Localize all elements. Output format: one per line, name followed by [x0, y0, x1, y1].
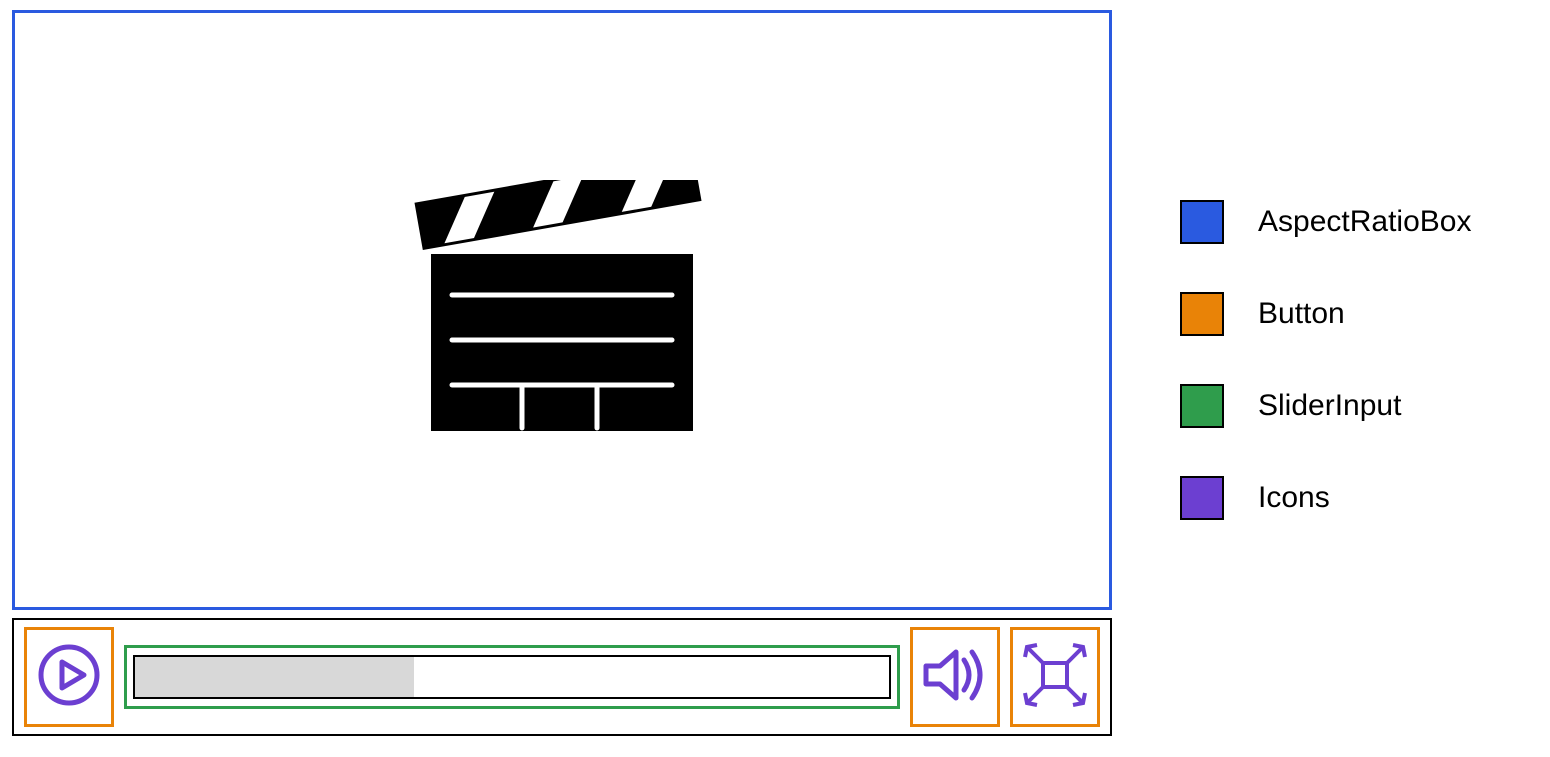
legend-label: SliderInput — [1258, 389, 1401, 423]
play-icon — [34, 640, 104, 715]
slider-track — [133, 655, 891, 699]
controls-bar — [12, 618, 1112, 736]
clapperboard-icon — [412, 180, 712, 440]
legend-item-icons: Icons — [1180, 476, 1471, 520]
legend-swatch — [1180, 384, 1224, 428]
volume-icon — [916, 636, 994, 719]
volume-button[interactable] — [910, 627, 1000, 727]
legend-item-button: Button — [1180, 292, 1471, 336]
legend-item-aspectratiobox: AspectRatioBox — [1180, 200, 1471, 244]
legend-swatch — [1180, 476, 1224, 520]
video-player-wireframe — [12, 10, 1112, 736]
fullscreen-button[interactable] — [1010, 627, 1100, 727]
legend-item-sliderinput: SliderInput — [1180, 384, 1471, 428]
fullscreen-icon — [1015, 635, 1095, 720]
slider-fill — [135, 657, 414, 697]
progress-slider[interactable] — [124, 645, 900, 709]
legend-swatch — [1180, 292, 1224, 336]
legend: AspectRatioBox Button SliderInput Icons — [1180, 200, 1471, 520]
legend-swatch — [1180, 200, 1224, 244]
play-button[interactable] — [24, 627, 114, 727]
legend-label: AspectRatioBox — [1258, 205, 1471, 239]
legend-label: Button — [1258, 297, 1345, 331]
aspect-ratio-box — [12, 10, 1112, 610]
legend-label: Icons — [1258, 481, 1330, 515]
